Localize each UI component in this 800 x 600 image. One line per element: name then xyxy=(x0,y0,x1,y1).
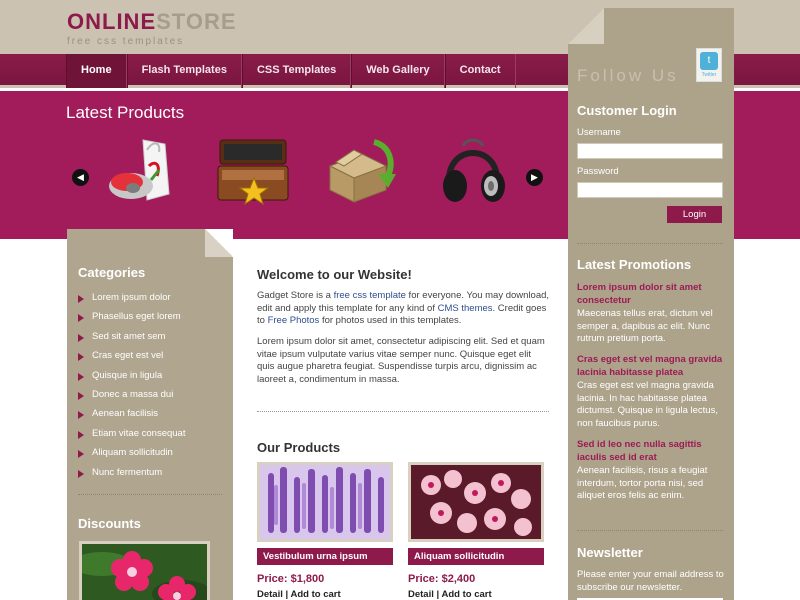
discounts-heading: Discounts xyxy=(78,516,141,531)
site-logo[interactable]: ONLINESTORE xyxy=(67,11,237,33)
promo-text: Cras eget est vel magna gravida lacinia.… xyxy=(577,380,718,429)
login-button[interactable]: Login xyxy=(667,206,722,223)
free-photos-link[interactable]: Free Photos xyxy=(268,315,320,326)
headphones-icon[interactable] xyxy=(433,136,513,208)
promo-title[interactable]: Sed id leo nec nulla sagittis iaculis se… xyxy=(577,439,725,464)
category-item[interactable]: Lorem ipsum dolor xyxy=(78,292,185,311)
page-curl xyxy=(568,8,604,44)
username-label: Username xyxy=(577,127,621,138)
product-image[interactable] xyxy=(257,462,393,542)
product-links: Detail | Add to cart xyxy=(408,589,492,600)
category-item[interactable]: Quisque in ligula xyxy=(78,370,185,389)
nav-web-gallery[interactable]: Web Gallery xyxy=(351,54,445,88)
username-input[interactable] xyxy=(577,143,723,159)
treasure-box-icon[interactable] xyxy=(214,136,294,208)
add-to-cart-link[interactable]: Add to cart xyxy=(441,589,491,600)
logo-text-online: ONLINE xyxy=(67,9,157,34)
nav-contact[interactable]: Contact xyxy=(444,54,516,88)
welcome-paragraph-2: Lorem ipsum dolor sit amet, consectetur … xyxy=(257,336,545,385)
product-image[interactable] xyxy=(408,462,544,542)
nav-home[interactable]: Home xyxy=(66,54,127,88)
password-label: Password xyxy=(577,166,619,177)
category-item[interactable]: Sed sit amet sem xyxy=(78,331,185,350)
bird-icon: t xyxy=(700,52,718,70)
product-links: Detail | Add to cart xyxy=(257,589,341,600)
category-item[interactable]: Nunc fermentum xyxy=(78,467,185,486)
category-item[interactable]: Phasellus eget lorem xyxy=(78,311,185,330)
page-curl xyxy=(205,229,233,257)
detail-link[interactable]: Detail xyxy=(257,589,283,600)
product-price: Price: $1,800 xyxy=(257,573,325,585)
arrow-right-icon[interactable]: ▶ xyxy=(526,169,543,186)
promo-text: Maecenas tellus erat, dictum vel semper … xyxy=(577,308,713,344)
add-to-cart-link[interactable]: Add to cart xyxy=(290,589,340,600)
twitter-label: Twitter xyxy=(701,72,717,78)
site-tagline: free css templates xyxy=(67,36,185,47)
newsletter-heading: Newsletter xyxy=(577,545,643,560)
category-item[interactable]: Donec a massa dui xyxy=(78,389,185,408)
product-name[interactable]: Aliquam sollicitudin xyxy=(408,548,544,565)
lavender-image xyxy=(260,465,390,539)
follow-us-text: Follow Us xyxy=(577,66,679,85)
detail-link[interactable]: Detail xyxy=(408,589,434,600)
cms-themes-link[interactable]: CMS themes xyxy=(438,303,493,314)
product-name[interactable]: Vestibulum urna ipsum xyxy=(257,548,393,565)
left-sidebar: Categories Lorem ipsum dolor Phasellus e… xyxy=(67,229,233,600)
pink-flowers-image xyxy=(72,544,212,600)
newsletter-text: Please enter your email address to subsc… xyxy=(577,569,724,593)
promo-text: Aenean facilisis, risus a feugiat interd… xyxy=(577,465,708,501)
category-list: Lorem ipsum dolor Phasellus eget lorem S… xyxy=(78,292,185,486)
right-sidebar: Follow Us t Twitter Customer Login Usern… xyxy=(568,8,734,600)
category-item[interactable]: Cras eget est vel xyxy=(78,350,185,369)
divider xyxy=(78,494,222,495)
product-card: Aliquam sollicitudin Price: $2,400 Detai… xyxy=(408,462,544,600)
discount-image[interactable] xyxy=(72,541,212,600)
our-products-heading: Our Products xyxy=(257,440,341,455)
category-item[interactable]: Aenean facilisis xyxy=(78,408,185,427)
promo-title[interactable]: Lorem ipsum dolor sit amet consectetur xyxy=(577,282,725,307)
welcome-paragraph-1: Gadget Store is a free css template for … xyxy=(257,290,550,326)
latest-promotions-heading: Latest Promotions xyxy=(577,257,692,272)
divider xyxy=(577,530,723,531)
divider xyxy=(577,243,723,244)
welcome-heading: Welcome to our Website! xyxy=(257,267,412,282)
free-css-template-link[interactable]: free css template xyxy=(334,290,406,301)
product-price: Price: $2,400 xyxy=(408,573,476,585)
mouse-bag-icon[interactable] xyxy=(103,136,183,208)
customer-login-heading: Customer Login xyxy=(577,103,677,118)
categories-heading: Categories xyxy=(78,265,146,280)
product-card: Vestibulum urna ipsum Price: $1,800 Deta… xyxy=(257,462,393,600)
arrow-left-icon[interactable]: ◀ xyxy=(72,169,89,186)
category-item[interactable]: Etiam vitae consequat xyxy=(78,428,185,447)
password-input[interactable] xyxy=(577,182,723,198)
twitter-icon[interactable]: t Twitter xyxy=(696,48,722,82)
cherry-blossom-image xyxy=(411,465,541,539)
hero-title: Latest Products xyxy=(66,103,185,122)
promo-title[interactable]: Cras eget est vel magna gravida lacinia … xyxy=(577,354,725,379)
nav-flash-templates[interactable]: Flash Templates xyxy=(126,54,242,88)
category-item[interactable]: Aliquam sollicitudin xyxy=(78,447,185,466)
logo-text-store: STORE xyxy=(156,9,237,34)
nav-css-templates[interactable]: CSS Templates xyxy=(241,54,352,88)
package-download-icon[interactable] xyxy=(322,136,402,208)
divider xyxy=(257,411,549,412)
